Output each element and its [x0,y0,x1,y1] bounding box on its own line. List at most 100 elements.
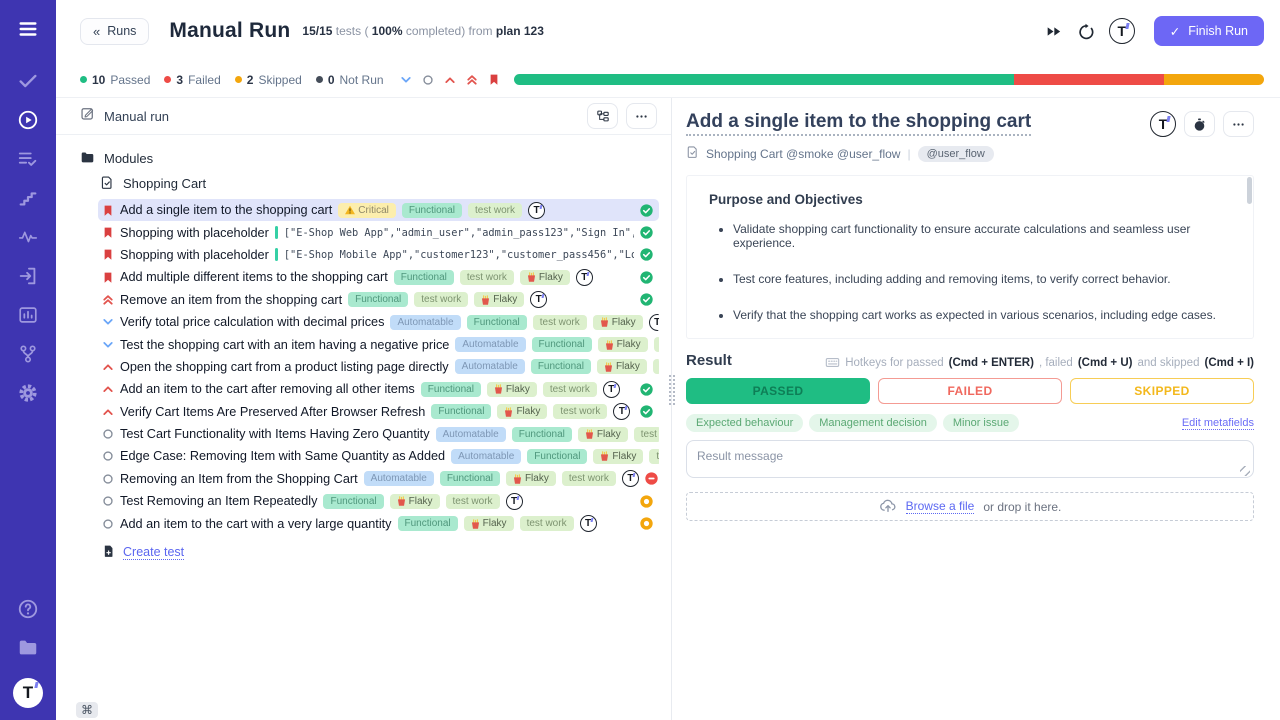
test-row[interactable]: Shopping with placeholder["E-Shop Web Ap… [98,221,659,243]
filter-chevron-down-icon[interactable] [400,74,412,86]
result-buttons: PASSED FAILED SKIPPED [686,378,1254,404]
status-skipped-icon[interactable] [640,517,653,530]
test-row[interactable]: Remove an item from the shopping cartFun… [98,289,659,311]
test-row[interactable]: Open the shopping cart from a product li… [98,356,659,378]
result-message-input[interactable] [686,440,1254,478]
priority-chevron-down-icon [102,339,114,351]
sidebar-help-circle-icon[interactable] [13,594,43,624]
passed-result-button[interactable]: PASSED [686,378,870,404]
test-row[interactable]: Test the shopping cart with an item havi… [98,333,659,355]
test-row[interactable]: Test Removing an Item RepeatedlyFunction… [98,490,659,512]
finish-run-button[interactable]: ✓ Finish Run [1154,16,1264,46]
status-passed-icon[interactable] [640,383,653,396]
app-logo-icon[interactable]: T [13,678,43,708]
edit-run-icon[interactable] [80,106,95,126]
more-options-button[interactable] [626,103,657,129]
tree-view-button[interactable] [587,103,618,129]
details-meta: Shopping Cart @smoke @user_flow | @user_… [686,145,1254,162]
metafield-pill[interactable]: Minor issue [943,414,1019,432]
metafield-pill[interactable]: Expected behaviour [686,414,803,432]
edit-metafields-link[interactable]: Edit metafields [1182,417,1254,430]
badge-flaky: Flaky [597,359,647,374]
details-more-button[interactable] [1223,111,1254,137]
sidebar-gear-icon[interactable] [13,378,43,408]
sidebar-activity-icon[interactable] [13,222,43,252]
sidebar-check-icon[interactable] [13,66,43,96]
sidebar-bar-chart-icon[interactable] [13,300,43,330]
back-to-runs-button[interactable]: « Runs [80,18,149,45]
list-header-buttons [587,103,657,129]
hotkeys-part: , failed [1039,357,1073,369]
test-row[interactable]: Test Cart Functionality with Items Havin… [98,423,659,445]
main-area: « Runs Manual Run 15/15 tests ( 100% com… [56,0,1280,720]
restart-timer-icon[interactable] [1077,23,1094,40]
panel-resize-handle[interactable] [669,375,675,405]
status-passed-icon[interactable] [640,248,653,261]
skipped-result-button[interactable]: SKIPPED [1070,378,1254,404]
scrollbar-thumb[interactable] [1247,177,1252,204]
test-row[interactable]: Removing an Item from the Shopping CartA… [98,468,659,490]
separator: | [907,147,910,161]
failed-result-button[interactable]: FAILED [878,378,1062,404]
test-row[interactable]: Add an item to the cart after removing a… [98,378,659,400]
badge-testwork: test wo [649,449,659,464]
sidebar-menu-icon[interactable] [13,14,43,44]
sidebar-folder-icon[interactable] [13,633,43,663]
browse-file-link[interactable]: Browse a file [906,499,975,514]
keyboard-shortcuts-button[interactable]: ⌘ [76,702,98,718]
status-passed-icon[interactable] [640,405,653,418]
status-skipped-icon[interactable] [640,495,653,508]
test-title: Verify Cart Items Are Preserved After Br… [120,405,425,419]
progress-segment-passed [514,74,1015,85]
badge-critical: Critical [338,203,396,218]
test-row[interactable]: Add multiple different items to the shop… [98,266,659,288]
status-passed-icon[interactable] [640,226,653,239]
test-title[interactable]: Add a single item to the shopping cart [686,111,1031,136]
sidebar-import-icon[interactable] [13,261,43,291]
user-avatar[interactable]: T [1109,18,1135,44]
test-row[interactable]: Verify Cart Items Are Preserved After Br… [98,401,659,423]
page-title: Manual Run [169,19,290,43]
test-row[interactable]: Add a single item to the shopping cart Cr… [98,199,659,221]
status-passed-icon[interactable] [640,293,653,306]
status-passed-icon[interactable] [640,204,653,217]
priority-chevron-up-icon [102,406,114,418]
sidebar-play-circle-icon[interactable] [13,105,43,135]
status-failed-icon[interactable] [645,472,658,485]
sidebar-git-branch-icon[interactable] [13,339,43,369]
assignee-avatar: T [576,269,593,286]
badge-functional: Functional [527,449,587,464]
test-row[interactable]: Add an item to the cart with a very larg… [98,512,659,534]
test-row[interactable]: Edge Case: Removing Item with Same Quant… [98,445,659,467]
suite-node-shopping-cart[interactable]: Shopping Cart [100,171,659,196]
assignee-avatar: T [649,314,659,331]
stopwatch-button[interactable] [1184,111,1215,137]
modules-node[interactable]: Modules [80,146,659,171]
metafield-pill[interactable]: Management decision [809,414,937,432]
file-dropzone[interactable]: Browse a file or drop it here. [686,492,1254,521]
badge-flaky: Flaky [464,516,514,531]
tag-badge[interactable]: @user_flow [918,146,994,162]
test-title: Shopping with placeholder [120,226,269,240]
badge-testwork: test work [446,494,500,509]
filter-bookmark-icon[interactable] [488,73,500,86]
test-title: Add a single item to the shopping cart [120,203,332,217]
test-row[interactable]: Verify total price calculation with deci… [98,311,659,333]
run-stats-part: 15/15 [302,24,332,38]
badge-functional: Functional [440,471,500,486]
badge-testwork: test work [414,292,468,307]
status-passed-icon[interactable] [640,271,653,284]
sidebar-list-check-icon[interactable] [13,144,43,174]
filter-circle-icon[interactable] [422,74,434,86]
fast-forward-icon[interactable] [1045,24,1062,39]
badge-flaky: Flaky [474,292,524,307]
app-root: T « Runs Manual Run 15/15 tests ( 100% c… [0,0,1280,720]
filter-chevron-up-icon[interactable] [444,74,456,86]
result-message-wrap [686,440,1254,483]
resize-handle-icon[interactable] [1240,466,1250,476]
cloud-upload-icon [879,497,897,517]
sidebar-steps-icon[interactable] [13,183,43,213]
create-test-link[interactable]: Create test [123,545,184,560]
test-row[interactable]: Shopping with placeholder["E-Shop Mobile… [98,244,659,266]
filter-chevron-double-up-icon[interactable] [466,73,478,86]
